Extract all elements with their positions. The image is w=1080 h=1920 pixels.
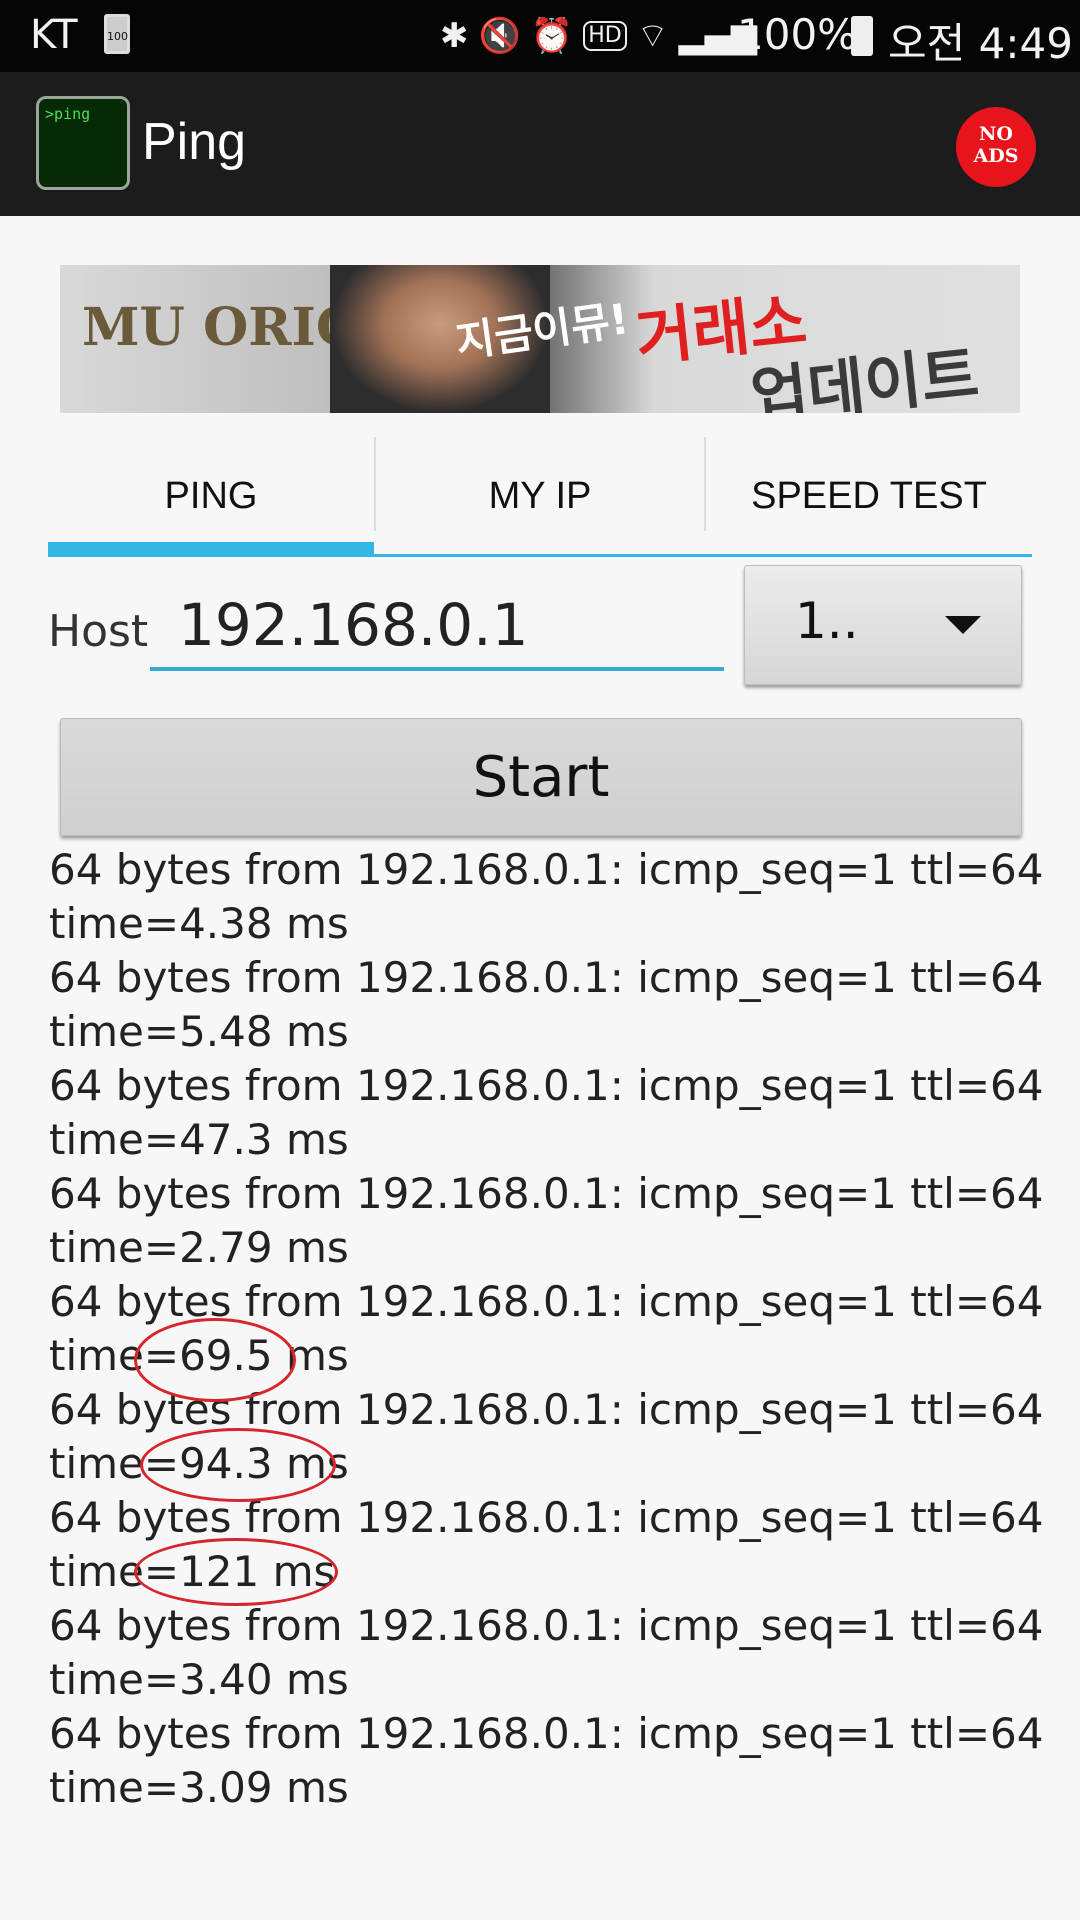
ping-count-value: 1.. (795, 592, 859, 650)
output-line: 64 bytes from 192.168.0.1: icmp_seq=1 tt… (49, 1601, 1044, 1650)
start-button[interactable]: Start (60, 718, 1022, 836)
battery-percent: 100% (737, 10, 858, 59)
tab-active-indicator (48, 542, 374, 556)
no-ads-line2: ADS (973, 145, 1019, 167)
output-line: time=3.09 ms (49, 1763, 349, 1812)
ad-banner[interactable]: MU ORIGIN2 지금이뮤! 거래소 업데이트 (60, 265, 1020, 413)
hd-icon: HD (583, 21, 627, 51)
output-line: 64 bytes from 192.168.0.1: icmp_seq=1 tt… (49, 1493, 1044, 1542)
dropdown-arrow-icon (945, 616, 981, 634)
output-line: 64 bytes from 192.168.0.1: icmp_seq=1 tt… (49, 1169, 1044, 1218)
output-line: 64 bytes from 192.168.0.1: icmp_seq=1 tt… (49, 1385, 1044, 1434)
output-line: 64 bytes from 192.168.0.1: icmp_seq=1 tt… (49, 1061, 1044, 1110)
status-bar: KT 100 ✱ 🔇 ⏰ HD ⌔ ▂▄▆ 100% 오전 4:49 (0, 0, 1080, 72)
output-line: time=94.3 ms (49, 1439, 349, 1488)
tab-ping[interactable]: PING (48, 437, 374, 559)
host-label: Host (48, 606, 149, 657)
no-ads-line1: NO (979, 123, 1013, 145)
app-title: Ping (142, 113, 247, 171)
app-bar: >ping Ping NO ADS (0, 72, 1080, 216)
output-line: time=2.79 ms (49, 1223, 349, 1272)
battery-icon (851, 16, 873, 56)
output-line: time=121 ms (49, 1547, 336, 1596)
tab-ping-label: PING (164, 474, 258, 517)
ping-count-dropdown[interactable]: 1.. (744, 565, 1022, 685)
clock: 오전 4:49 (888, 19, 1073, 68)
no-ads-button[interactable]: NO ADS (956, 107, 1036, 187)
tab-my-ip[interactable]: MY IP (376, 437, 704, 559)
output-line: time=4.38 ms (49, 899, 349, 948)
carrier-name: KT (30, 12, 78, 58)
tab-speed-test-label: SPEED TEST (751, 474, 987, 517)
alarm-icon: ⏰ (530, 16, 574, 56)
output-line: time=3.40 ms (49, 1655, 349, 1704)
output-line: 64 bytes from 192.168.0.1: icmp_seq=1 tt… (49, 953, 1044, 1002)
output-line: 64 bytes from 192.168.0.1: icmp_seq=1 tt… (49, 845, 1044, 894)
wifi-icon: ⌔ (636, 16, 669, 56)
tab-my-ip-label: MY IP (488, 474, 592, 517)
mute-icon: 🔇 (478, 16, 521, 56)
ping-output: 64 bytes from 192.168.0.1: icmp_seq=1 tt… (49, 843, 1049, 1815)
output-line: time=47.3 ms (49, 1115, 349, 1164)
app-logo: >ping (36, 96, 130, 190)
output-line: time=5.48 ms (49, 1007, 349, 1056)
status-icons: ✱ 🔇 ⏰ HD ⌔ ▂▄▆ (440, 14, 757, 58)
battery-saver-icon: 100 (104, 14, 130, 54)
app-logo-text: >ping (45, 105, 91, 123)
output-line: 64 bytes from 192.168.0.1: icmp_seq=1 tt… (49, 1709, 1044, 1758)
host-input[interactable] (150, 583, 724, 671)
output-line: 64 bytes from 192.168.0.1: icmp_seq=1 tt… (49, 1277, 1044, 1326)
output-line: time=69.5 ms (49, 1331, 349, 1380)
bluetooth-icon: ✱ (440, 16, 469, 56)
tab-bar: PING MY IP SPEED TEST (48, 437, 1032, 559)
tab-speed-test[interactable]: SPEED TEST (706, 437, 1032, 559)
